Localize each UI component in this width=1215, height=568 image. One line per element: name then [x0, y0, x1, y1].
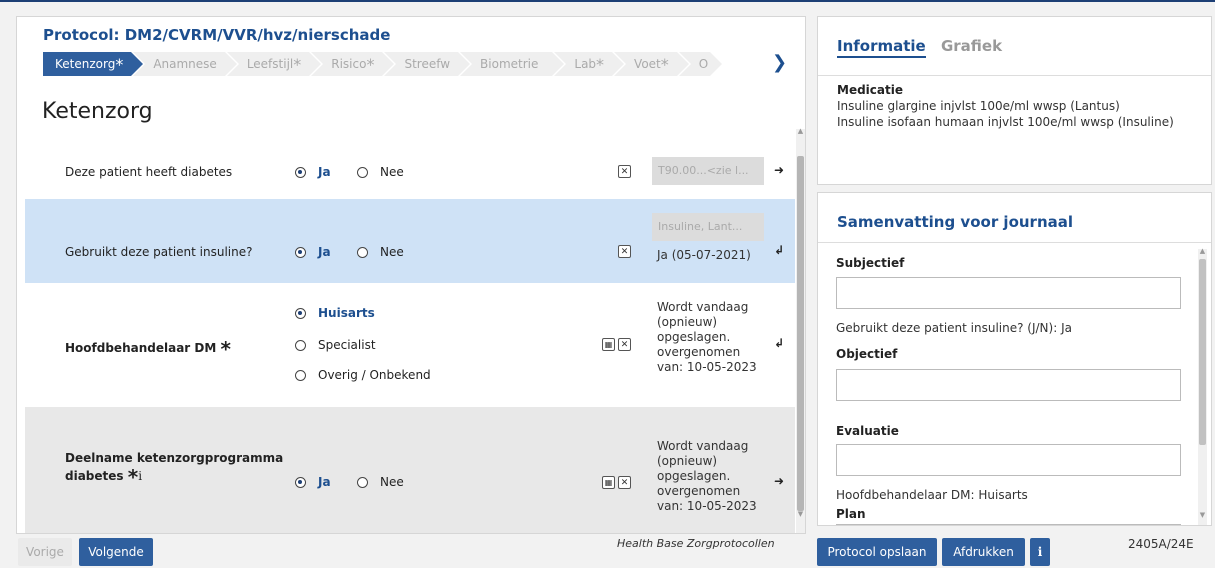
info-button[interactable]: i [1030, 538, 1050, 566]
question-label: Deze patient heeft diabetes [65, 165, 233, 179]
version-label: 2405A/24E [1128, 537, 1194, 551]
scroll-down-icon[interactable]: ▼ [1199, 511, 1206, 519]
info-tabs: Informatie Grafiek [837, 37, 1002, 58]
radio-nee[interactable]: Nee [357, 245, 404, 259]
radio-specialist[interactable]: Specialist [295, 338, 376, 352]
radio-overig[interactable]: Overig / Onbekend [295, 368, 431, 382]
summary-title: Samenvatting voor journaal [837, 213, 1074, 231]
crumb-risico[interactable]: Risico* [311, 52, 395, 76]
prev-button[interactable]: Vorige [18, 538, 72, 566]
question-row: Gebruikt deze patient insuline? Ja Nee ✕… [25, 199, 795, 283]
question-row: Hoofdbehandelaar DM * Huisarts Specialis… [25, 283, 795, 407]
question-row: Deze patient heeft diabetes Ja Nee ✕ T90… [25, 143, 795, 199]
required-star: * [220, 337, 231, 361]
crumb-streefw[interactable]: Streefw [384, 52, 470, 76]
radio-nee[interactable]: Nee [357, 165, 404, 179]
clear-icon[interactable]: ✕ [618, 476, 631, 489]
radio-ja[interactable]: Ja [295, 475, 331, 489]
required-star: * [366, 55, 375, 74]
scroll-up-icon[interactable]: ▲ [1199, 247, 1206, 255]
divider [818, 242, 1211, 243]
divider [818, 75, 1211, 76]
plan-label: Plan [836, 507, 866, 521]
radio-icon [295, 307, 306, 319]
radio-icon [295, 166, 306, 178]
info-panel: Informatie Grafiek Medicatie Insuline gl… [817, 16, 1212, 185]
export-arrow-icon[interactable]: ➜ [774, 474, 784, 488]
evaluatie-field[interactable] [836, 444, 1181, 476]
scroll-down-icon[interactable]: ▼ [797, 510, 804, 518]
clear-icon[interactable]: ✕ [618, 245, 631, 258]
crumb-anamnese[interactable]: Anamnese [133, 52, 238, 76]
info-icon[interactable]: i [138, 469, 142, 483]
protocol-panel: Protocol: DM2/CVRM/VVR/hvz/nierschade Ke… [16, 16, 806, 534]
previous-value: Wordt vandaag (opnieuw) opgeslagen. over… [657, 300, 757, 374]
scrollbar-thumb[interactable] [797, 156, 804, 511]
breadcrumb: Ketenzorg* Anamnese Leefstijl* Risico* S… [43, 52, 723, 76]
question-label: Hoofdbehandelaar DM * [65, 337, 231, 361]
code-field[interactable]: Insuline, Lant... [652, 213, 764, 241]
next-button[interactable]: Volgende [79, 538, 153, 566]
required-star: * [127, 465, 139, 489]
protocol-title: Protocol: DM2/CVRM/VVR/hvz/nierschade [43, 26, 391, 44]
footer-brand: Health Base Zorgprotocollen [617, 537, 775, 550]
save-protocol-button[interactable]: Protocol opslaan [817, 538, 937, 566]
print-button[interactable]: Afdrukken [942, 538, 1025, 566]
import-arrow-icon[interactable]: ↲ [774, 336, 784, 350]
radio-icon [295, 339, 306, 351]
section-title: Ketenzorg [42, 99, 153, 124]
required-star: * [115, 55, 124, 74]
radio-huisarts[interactable]: Huisarts [295, 306, 375, 320]
question-label: Gebruikt deze patient insuline? [65, 245, 253, 259]
crumb-leefstijl[interactable]: Leefstijl* [226, 52, 322, 76]
required-star: * [660, 55, 669, 74]
evaluatie-label: Evaluatie [836, 424, 899, 438]
required-star: * [596, 55, 605, 74]
plan-field[interactable] [836, 524, 1181, 525]
radio-ja[interactable]: Ja [295, 165, 331, 179]
subjectief-field[interactable] [836, 277, 1181, 309]
crumb-biometrie[interactable]: Biometrie [460, 52, 565, 76]
clear-icon[interactable]: ✕ [618, 165, 631, 178]
radio-icon [357, 246, 368, 258]
medication-heading: Medicatie [837, 83, 903, 97]
radio-icon [295, 369, 306, 381]
code-field[interactable]: T90.00...<zie l... [652, 157, 764, 185]
scrollbar-thumb[interactable] [1199, 259, 1206, 445]
tab-informatie[interactable]: Informatie [837, 37, 926, 58]
subjectief-text: Gebruikt deze patient insuline? (J/N): J… [836, 321, 1072, 335]
subjectief-label: Subjectief [836, 256, 905, 270]
previous-value: Wordt vandaag (opnieuw) opgeslagen. over… [657, 439, 757, 513]
evaluatie-text: Hoofdbehandelaar DM: Huisarts [836, 488, 1028, 502]
radio-icon [295, 246, 306, 258]
calendar-icon[interactable]: ▦ [602, 338, 615, 351]
radio-ja[interactable]: Ja [295, 245, 331, 259]
radio-icon [357, 476, 368, 488]
objectief-label: Objectief [836, 347, 898, 361]
question-label: Deelname ketenzorgprogramma diabetes *i [65, 451, 284, 489]
previous-value: Ja (05-07-2021) [657, 248, 751, 262]
summary-panel: Samenvatting voor journaal Subjectief Ge… [817, 192, 1212, 526]
radio-nee[interactable]: Nee [357, 475, 404, 489]
radio-icon [357, 166, 368, 178]
radio-icon [295, 476, 306, 488]
export-arrow-icon[interactable]: ➜ [774, 163, 784, 177]
medication-item: Insuline isofaan humaan injvlst 100e/ml … [837, 115, 1174, 129]
calendar-icon[interactable]: ▦ [602, 476, 615, 489]
scroll-up-icon[interactable]: ▲ [797, 127, 804, 135]
import-arrow-icon[interactable]: ↲ [774, 243, 784, 257]
medication-item: Insuline glargine injvlst 100e/ml wwsp (… [837, 99, 1120, 113]
tab-grafiek[interactable]: Grafiek [941, 37, 1002, 55]
required-star: * [293, 55, 302, 74]
clear-icon[interactable]: ✕ [618, 338, 631, 351]
objectief-field[interactable] [836, 369, 1181, 401]
crumb-ketenzorg[interactable]: Ketenzorg* [43, 52, 144, 76]
question-row: Deelname ketenzorgprogramma diabetes *i … [25, 407, 795, 533]
chevron-right-icon[interactable]: ❯ [767, 52, 792, 76]
